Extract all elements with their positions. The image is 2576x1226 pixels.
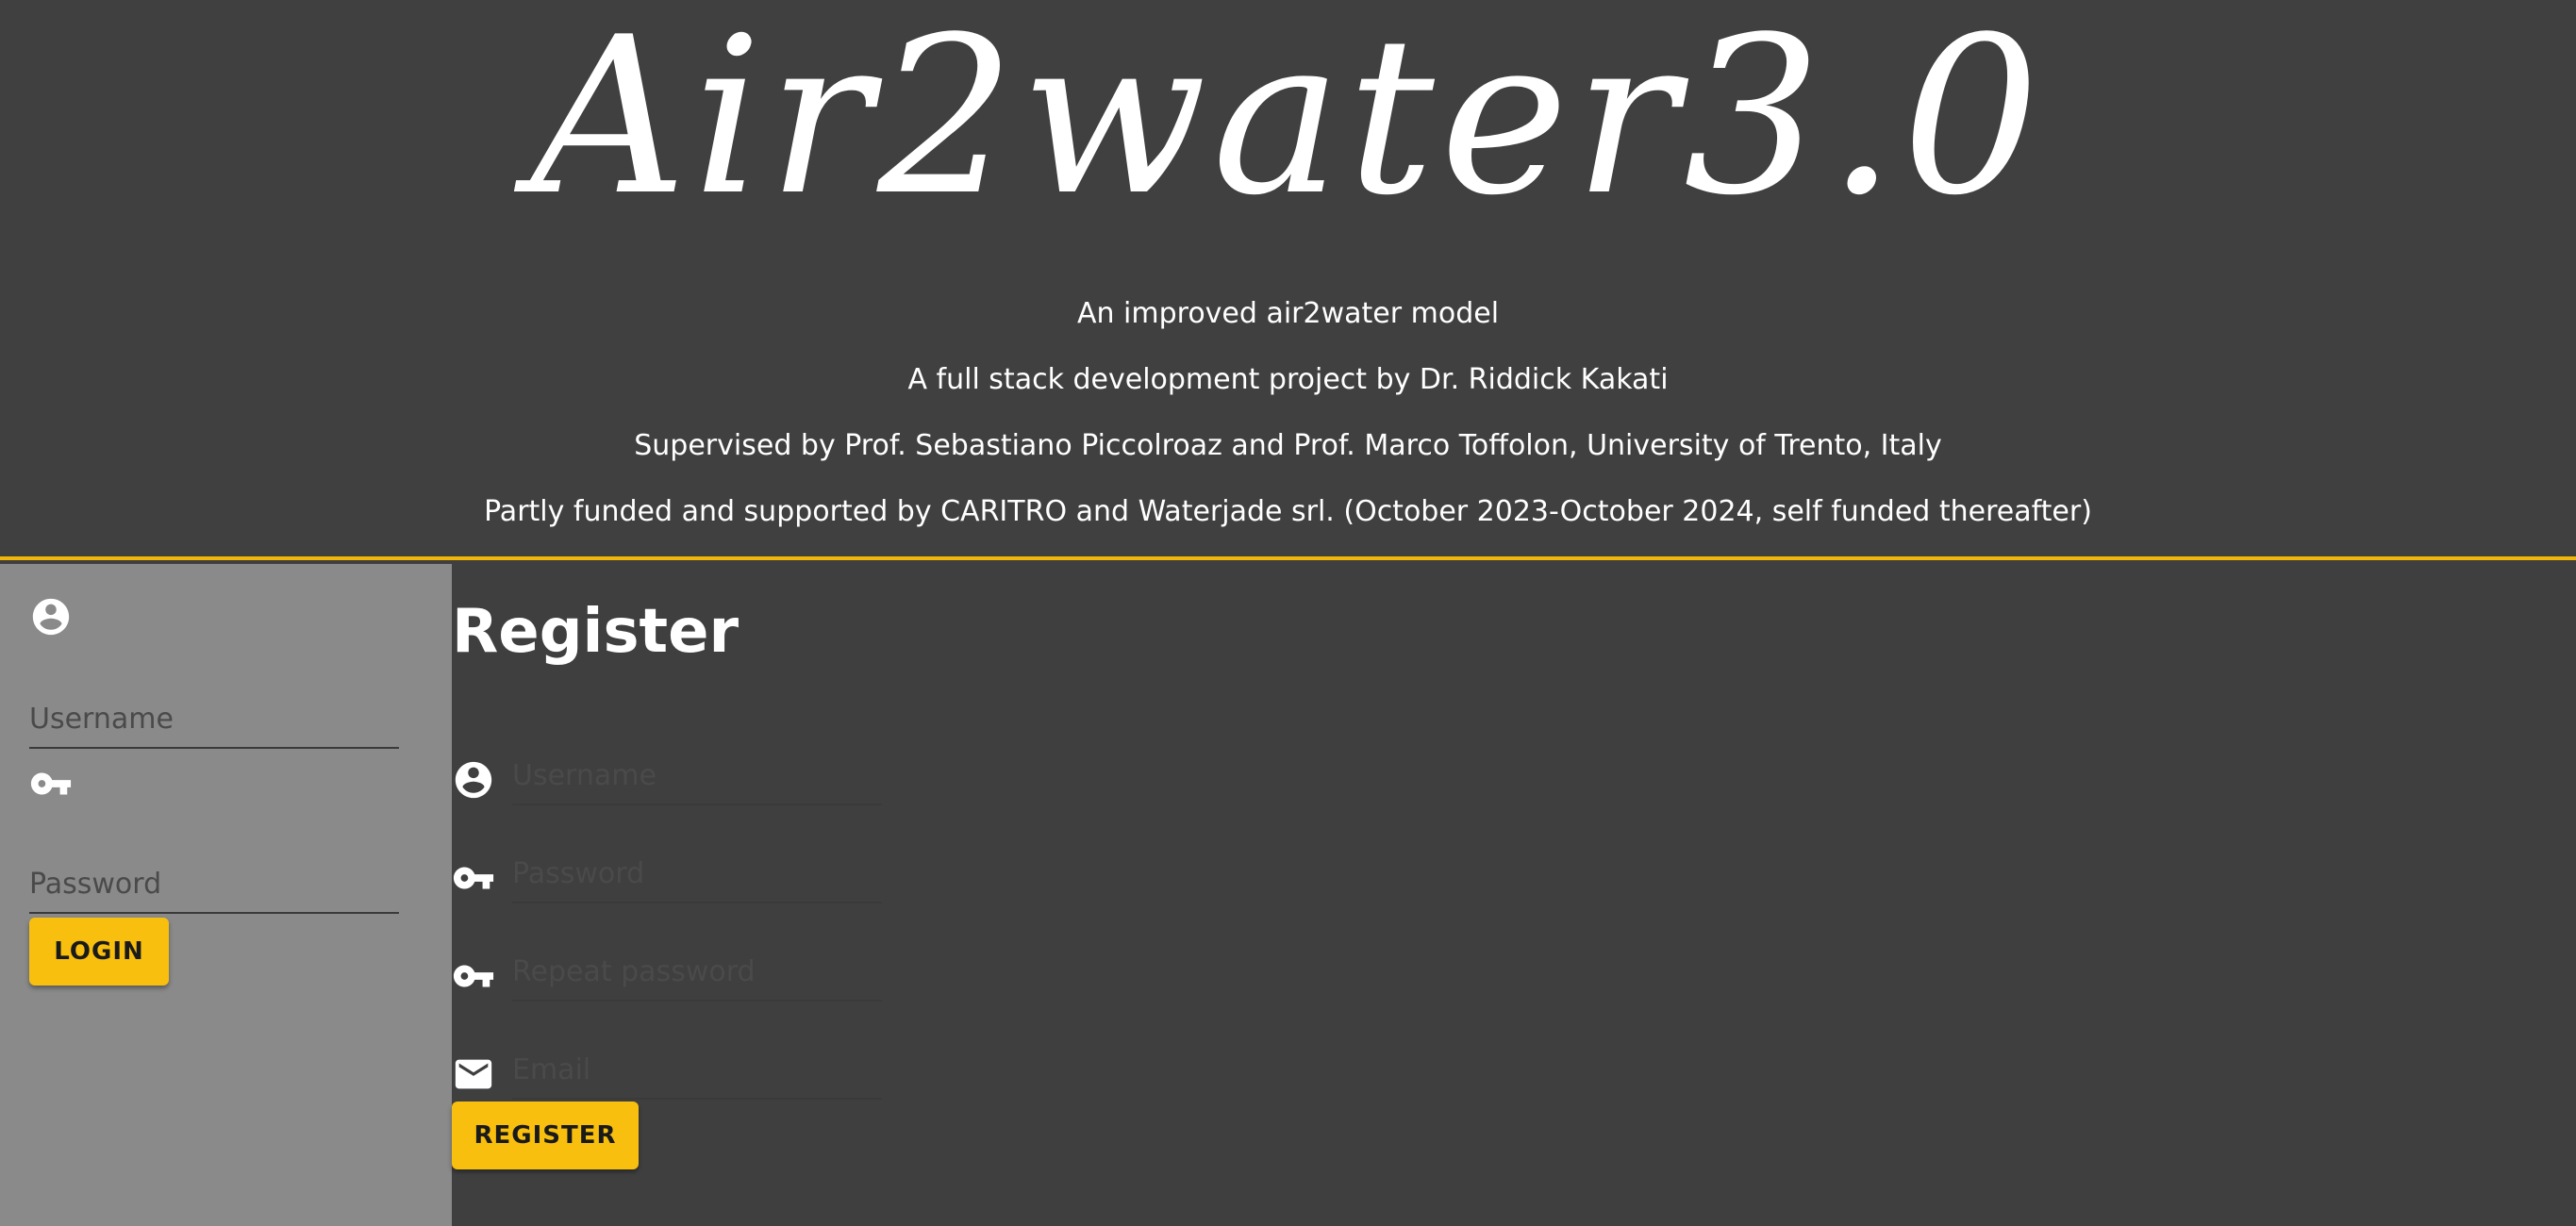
login-password-input[interactable] — [29, 861, 399, 914]
register-password-row — [452, 851, 886, 917]
register-repeat-password-row — [452, 949, 886, 1015]
logo-text: Air2water3.0 — [530, 0, 2046, 243]
register-username-row — [452, 753, 886, 819]
account-circle-icon — [29, 595, 73, 638]
email-icon — [452, 1052, 495, 1096]
key-icon — [29, 762, 73, 805]
account-circle-icon — [452, 758, 495, 802]
register-username-input[interactable] — [512, 753, 882, 805]
login-username-input[interactable] — [29, 696, 399, 749]
header-line-subtitle: An improved air2water model — [1076, 297, 1500, 330]
register-panel: Register REGISTER — [452, 564, 2576, 1226]
register-repeat-password-input[interactable] — [512, 949, 882, 1002]
header-info: An improved air2water model A full stack… — [0, 292, 2576, 556]
header-line-author: A full stack development project by Dr. … — [907, 363, 1669, 396]
register-button[interactable]: REGISTER — [452, 1102, 639, 1169]
site-header: Air2water3.0 An improved air2water model… — [0, 0, 2576, 560]
header-line-supervisors: Supervised by Prof. Sebastiano Piccolroa… — [634, 429, 1942, 462]
login-button[interactable]: LOGIN — [29, 918, 169, 986]
register-email-input[interactable] — [512, 1047, 882, 1100]
key-icon — [452, 954, 495, 998]
login-sidebar: LOGIN — [0, 564, 452, 1226]
header-line-funding: Partly funded and supported by CARITRO a… — [484, 495, 2092, 528]
register-password-input[interactable] — [512, 851, 882, 903]
key-icon — [452, 856, 495, 900]
register-title: Register — [452, 597, 740, 667]
